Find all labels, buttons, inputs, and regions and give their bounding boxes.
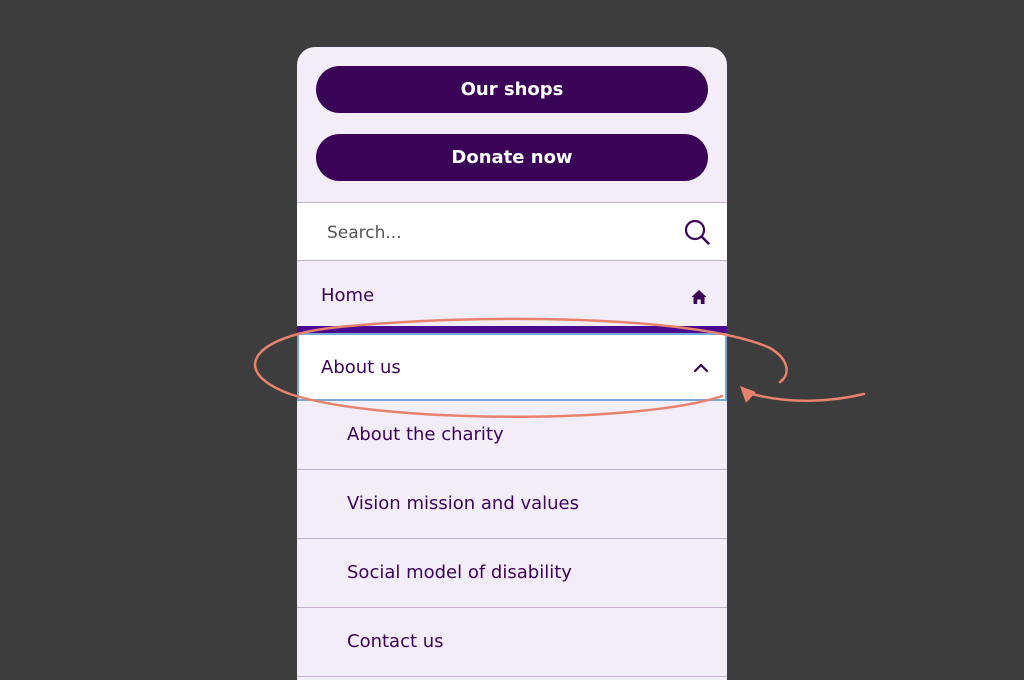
donate-now-button[interactable]: Donate now: [316, 134, 708, 181]
nav-item-about-us-label: About us: [321, 357, 401, 378]
home-icon: [691, 290, 707, 304]
submenu-item-contact-us[interactable]: Contact us: [297, 608, 727, 677]
annotation-arrow-line: [750, 392, 866, 403]
submenu-item-social-model-of-disability[interactable]: Social model of disability: [297, 539, 727, 608]
nav-item-home[interactable]: Home: [297, 261, 727, 326]
screen: Our shops Donate now Home About us About…: [0, 0, 1024, 680]
active-indicator-bar: [297, 326, 727, 333]
submenu-item-label: Contact us: [347, 631, 444, 652]
nav-item-home-label: Home: [321, 285, 375, 306]
mobile-menu-panel: Our shops Donate now Home About us About…: [297, 47, 727, 680]
submenu-item-vision-mission-values[interactable]: Vision mission and values: [297, 470, 727, 539]
annotation-arrowhead: [740, 386, 756, 403]
nav-item-about-us[interactable]: About us: [297, 333, 727, 401]
our-shops-button[interactable]: Our shops: [316, 66, 708, 113]
submenu-item-about-the-charity[interactable]: About the charity: [297, 401, 727, 470]
search-bar: [297, 202, 727, 261]
chevron-up-icon[interactable]: [692, 359, 710, 377]
search-input[interactable]: [325, 215, 669, 251]
search-icon[interactable]: [683, 218, 711, 246]
submenu-item-label: About the charity: [347, 424, 504, 445]
submenu-item-label: Social model of disability: [347, 562, 572, 583]
submenu-item-label: Vision mission and values: [347, 493, 580, 514]
